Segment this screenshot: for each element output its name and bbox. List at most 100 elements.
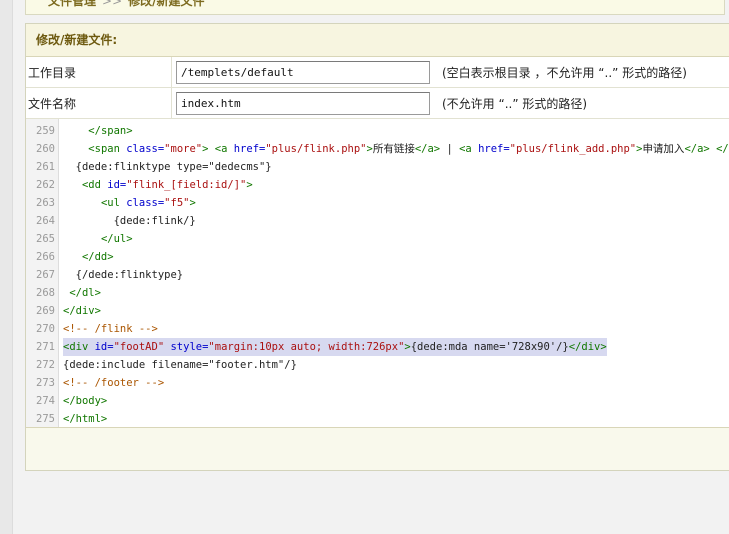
code-token: <a xyxy=(214,143,234,155)
code-token: </ul> xyxy=(100,233,133,245)
workdir-input[interactable] xyxy=(176,60,430,84)
code-text: </dl> xyxy=(63,284,101,302)
code-token: <a xyxy=(459,143,479,155)
breadcrumb: 文件管理 >> 修改/新建文件 xyxy=(25,0,725,15)
code-token: class= xyxy=(126,197,165,209)
code-token: {dede:flink/} xyxy=(63,215,196,227)
code-line[interactable]: 264 {dede:flink/} xyxy=(26,212,729,230)
code-line[interactable]: 268 </dl> xyxy=(26,284,729,302)
code-token: </dl> xyxy=(69,287,101,299)
code-line[interactable]: 273 <!-- /footer --> xyxy=(26,374,729,392)
code-token: <ul xyxy=(100,197,127,209)
code-text: {/dede:flinktype} xyxy=(63,266,183,284)
code-token: href= xyxy=(478,143,510,155)
line-number: 270 xyxy=(36,323,55,335)
code-token: class= xyxy=(126,143,165,155)
code-token: > xyxy=(246,179,253,191)
code-line[interactable]: 271 <div id="footAD" style="margin:10px a… xyxy=(26,338,729,356)
breadcrumb-item-edit-file: 修改/新建文件 xyxy=(128,0,205,8)
code-token: "f5" xyxy=(164,197,190,209)
code-text: <!-- /footer --> xyxy=(63,374,164,392)
code-text: </dd> xyxy=(63,248,114,266)
code-line[interactable]: 274 </body> xyxy=(26,392,729,410)
line-number: 259 xyxy=(36,125,55,137)
panel-title: 修改/新建文件: xyxy=(26,24,729,57)
code-line[interactable]: 267 {/dede:flinktype} xyxy=(26,266,729,284)
code-token: </body> xyxy=(63,395,108,407)
code-line[interactable]: 262 <dd id="flink_[field:id/]"> xyxy=(26,176,729,194)
code-text: {dede:include filename="footer.htm"/} xyxy=(63,356,297,374)
code-editor[interactable]: 259 </span> 260 <span class="more"> <a hr… xyxy=(26,119,729,428)
code-line[interactable]: 263 <ul class="f5"> xyxy=(26,194,729,212)
code-line[interactable]: 260 <span class="more"> <a href="plus/fl… xyxy=(26,140,729,158)
code-line[interactable]: 265 </ul> xyxy=(26,230,729,248)
line-number: 268 xyxy=(36,287,55,299)
code-token: {dede:mda name='728x90'/} xyxy=(410,341,569,353)
line-number: 261 xyxy=(36,161,55,173)
code-token: </html> xyxy=(63,413,108,425)
code-text: </div> xyxy=(63,302,101,320)
filename-row: 文件名称 (不允许用 “..” 形式的路径) xyxy=(26,88,729,119)
code-text: <dd id="flink_[field:id/]"> xyxy=(63,176,253,194)
line-number: 263 xyxy=(36,197,55,209)
filename-input[interactable] xyxy=(176,91,430,115)
workdir-row: 工作目录 (空白表示根目录 ，不允许用 “..” 形式的路径) xyxy=(26,57,729,88)
code-line[interactable]: 259 </span> xyxy=(26,122,729,140)
workdir-label: 工作目录 xyxy=(26,57,172,87)
filename-hint: (不允许用 “..” 形式的路径) xyxy=(442,96,588,111)
code-token: style= xyxy=(170,341,209,353)
code-token: </a> xyxy=(684,143,710,155)
code-token: > xyxy=(189,197,196,209)
code-token: href= xyxy=(233,143,266,155)
code-token: | xyxy=(440,143,460,155)
code-text: <div id="footAD" style="margin:10px auto… xyxy=(63,338,607,356)
code-line[interactable]: 270 <!-- /flink --> xyxy=(26,320,729,338)
code-token: {dede:include filename="footer.htm"/} xyxy=(63,359,297,371)
code-token: </span> xyxy=(88,125,133,137)
code-text: <!-- /flink --> xyxy=(63,320,158,338)
code-token: "plus/flink.php" xyxy=(265,143,367,155)
filename-label: 文件名称 xyxy=(26,88,172,118)
code-line[interactable]: 266 </dd> xyxy=(26,248,729,266)
code-text: </html> xyxy=(63,410,108,427)
workdir-hint: (空白表示根目录 ，不允许用 “..” 形式的路径) xyxy=(442,65,687,80)
code-token: id= xyxy=(107,179,127,191)
code-token: <span xyxy=(88,143,127,155)
code-token: "footAD" xyxy=(113,341,165,353)
code-token: "flink_[field:id/]" xyxy=(126,179,247,191)
line-number: 275 xyxy=(36,413,55,425)
code-token: </div> xyxy=(568,341,607,353)
line-number: 266 xyxy=(36,251,55,263)
code-token: {/dede:flinktype} xyxy=(63,269,184,281)
code-text: <span class="more"> <a href="plus/flink.… xyxy=(63,140,729,158)
code-line[interactable]: 261 {dede:flinktype type="dedecms"} xyxy=(26,158,729,176)
line-number: 271 xyxy=(36,341,55,353)
code-line[interactable]: 275 </html> xyxy=(26,410,729,427)
line-number: 274 xyxy=(36,395,55,407)
code-line[interactable]: 269 </div> xyxy=(26,302,729,320)
code-text: <ul class="f5"> xyxy=(63,194,196,212)
code-text: {dede:flinktype type="dedecms"} xyxy=(63,158,272,176)
code-text: </span> xyxy=(63,122,133,140)
code-token: </span> xyxy=(716,143,729,155)
code-token: "more" xyxy=(164,143,203,155)
code-token: </a> xyxy=(414,143,441,155)
code-token: </div> xyxy=(63,305,101,317)
code-token: <dd xyxy=(81,179,108,191)
code-token: </dd> xyxy=(81,251,114,263)
left-frame-edge xyxy=(0,0,13,534)
code-token: "margin:10px auto; width:726px" xyxy=(208,341,405,353)
code-token: <div xyxy=(63,341,95,353)
line-number: 260 xyxy=(36,143,55,155)
code-token: <!-- /flink --> xyxy=(63,323,158,335)
line-number: 264 xyxy=(36,215,55,227)
code-line[interactable]: 272 {dede:include filename="footer.htm"/} xyxy=(26,356,729,374)
breadcrumb-item-file-manager[interactable]: 文件管理 xyxy=(48,0,96,8)
code-token: 所有链接 xyxy=(372,143,415,155)
